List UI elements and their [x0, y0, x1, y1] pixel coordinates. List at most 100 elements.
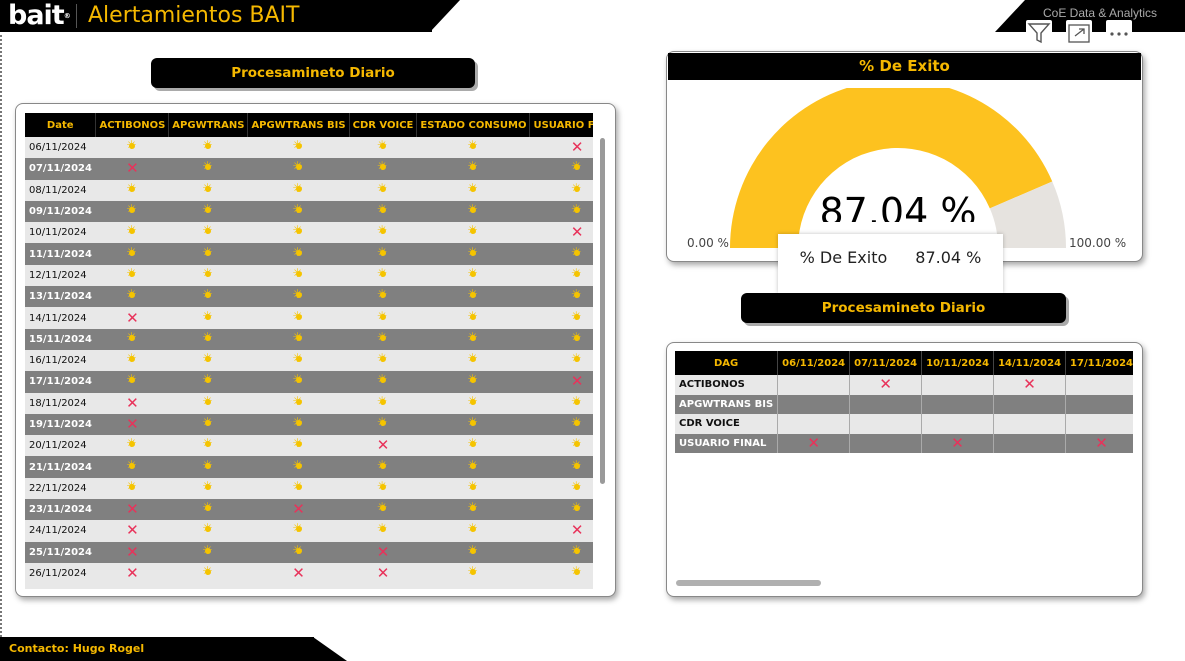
status-cell [1065, 375, 1133, 395]
status-cell [247, 286, 350, 308]
column-header[interactable]: 14/11/2024 [993, 351, 1067, 375]
success-sun-icon [467, 520, 479, 536]
status-cell [95, 264, 169, 287]
table-row: 23/11/2024 ✕ ✕ [25, 499, 593, 521]
status-cell [349, 328, 417, 350]
failure-x-icon: ✕ [376, 436, 390, 455]
gauge-tooltip: % De Exito 87.04 % [778, 234, 1003, 293]
row-date: 18/11/2024 [25, 392, 96, 414]
success-sun-icon [293, 308, 305, 324]
horizontal-scrollbar[interactable] [676, 580, 821, 586]
status-cell [529, 584, 593, 589]
table-row: 09/11/2024 [25, 200, 593, 223]
success-sun-icon [377, 350, 389, 366]
table-row: 20/11/2024 ✕ [25, 435, 593, 457]
status-cell [529, 541, 593, 563]
focus-mode-icon[interactable] [1066, 20, 1092, 46]
table-row: 14/11/2024 ✕ [25, 307, 593, 329]
status-cell [921, 375, 995, 395]
dag-failure-table: DAG 06/11/2024 07/11/2024 10/11/2024 14/11/2… [675, 351, 1133, 453]
table-row: 08/11/2024 [25, 179, 593, 201]
row-date: 24/11/2024 [25, 520, 96, 542]
status-cell [777, 414, 851, 434]
table-row: 21/11/2024 [25, 456, 593, 478]
row-date: 13/11/2024 [25, 286, 96, 308]
failure-x-icon: ✕ [126, 564, 139, 583]
success-sun-icon [126, 478, 138, 494]
row-date: 11/11/2024 [25, 243, 96, 265]
status-cell [416, 200, 530, 223]
success-sun-icon [571, 286, 583, 302]
status-cell [416, 541, 530, 563]
success-sun-icon [293, 180, 305, 196]
status-cell [416, 562, 530, 585]
success-sun-icon [467, 478, 479, 494]
more-options-icon[interactable] [1106, 20, 1132, 46]
column-header[interactable]: CDR VOICE [349, 113, 418, 137]
column-header[interactable]: 07/11/2024 [849, 351, 923, 375]
success-sun-icon [126, 329, 138, 345]
column-header[interactable]: APGWTRANS BIS [247, 113, 350, 137]
status-cell [95, 456, 169, 478]
success-sun-icon [293, 393, 305, 409]
column-header[interactable]: APGWTRANS [168, 113, 249, 137]
status-cell [349, 307, 417, 329]
status-cell [349, 158, 417, 180]
column-header[interactable]: DAG [675, 351, 779, 375]
visual-toolbar [1026, 18, 1146, 48]
filter-icon[interactable] [1026, 20, 1052, 46]
status-cell [95, 243, 169, 265]
success-sun-icon [377, 457, 389, 473]
status-cell [529, 158, 593, 180]
status-cell [95, 435, 169, 457]
success-sun-icon [377, 286, 389, 302]
status-cell [849, 414, 923, 434]
header-corner [430, 0, 460, 32]
success-sun-icon [293, 478, 305, 494]
column-header[interactable]: USUARIO FINAL [529, 113, 593, 137]
status-cell [1065, 414, 1133, 434]
success-sun-icon [571, 393, 583, 409]
failure-x-icon: ✕ [879, 375, 892, 394]
failure-x-icon: ✕ [1095, 433, 1108, 452]
status-cell [416, 307, 530, 329]
failure-x-icon: ✕ [807, 433, 820, 452]
status-cell [529, 179, 593, 201]
gauge-max-label: 100.00 % [1069, 236, 1127, 250]
status-cell [247, 158, 350, 180]
status-cell: ✕ [95, 562, 169, 585]
failure-x-icon: ✕ [570, 521, 584, 540]
success-sun-icon [126, 350, 138, 366]
status-cell: ✕ [849, 375, 923, 395]
success-sun-icon [377, 499, 389, 515]
status-cell [349, 371, 417, 393]
status-cell [247, 222, 350, 244]
row-date: 12/11/2024 [25, 264, 96, 287]
column-header[interactable]: ACTIBONOS [95, 113, 170, 137]
status-cell [529, 307, 593, 329]
column-header[interactable]: 06/11/2024 [777, 351, 851, 375]
status-cell [921, 394, 995, 414]
success-sun-icon [202, 435, 214, 451]
status-cell [168, 179, 248, 201]
success-sun-icon [293, 265, 305, 281]
daily-processing-table: Date ACTIBONOS APGWTRANS APGWTRANS BIS CDR V… [25, 113, 593, 589]
vertical-scrollbar[interactable] [600, 138, 605, 484]
success-sun-icon [126, 137, 138, 153]
success-sun-icon [467, 180, 479, 196]
status-cell [95, 584, 169, 589]
status-cell [168, 137, 248, 159]
column-header[interactable]: Date [25, 113, 97, 137]
column-header[interactable]: 17/11/2024 [1065, 351, 1133, 375]
column-header[interactable]: ESTADO CONSUMO [416, 113, 531, 137]
success-sun-icon [293, 520, 305, 536]
table-row: 16/11/2024 [25, 349, 593, 372]
success-sun-icon [467, 499, 479, 515]
footer-corner [313, 637, 347, 661]
status-cell [168, 243, 248, 265]
success-sun-icon [377, 371, 389, 387]
status-cell [993, 414, 1067, 434]
failure-x-icon: ✕ [126, 308, 139, 327]
success-gauge [730, 88, 1066, 248]
column-header[interactable]: 10/11/2024 [921, 351, 995, 375]
